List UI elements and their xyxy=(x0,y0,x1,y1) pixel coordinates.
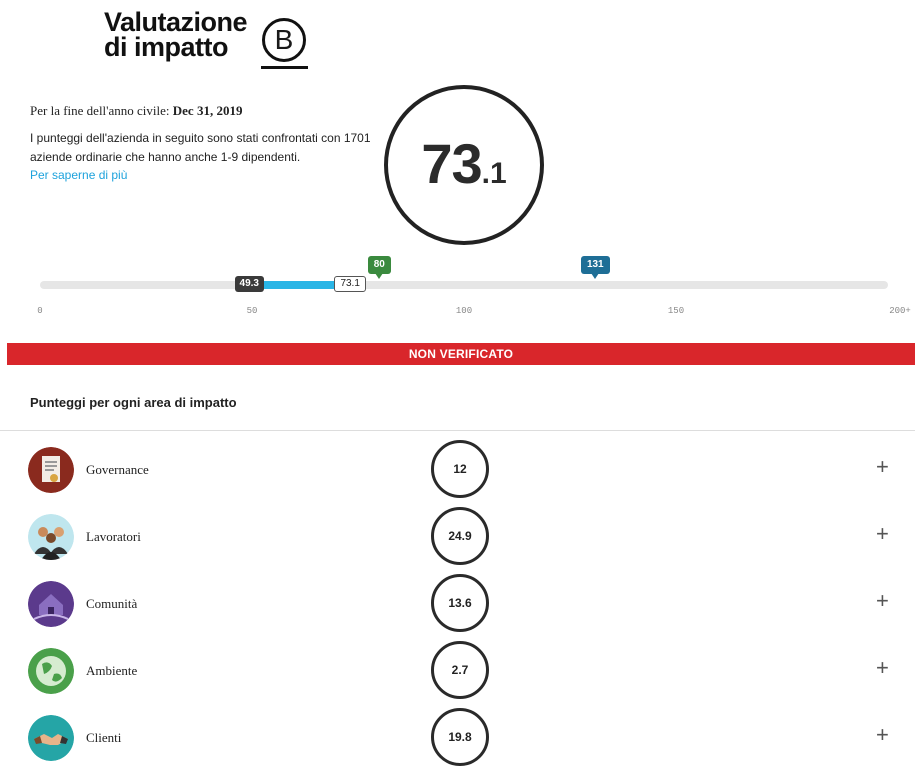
overall-score: 73.1 xyxy=(384,85,544,245)
score-scale-track xyxy=(40,281,888,289)
scale-tick: 50 xyxy=(246,306,258,316)
expand-icon[interactable]: + xyxy=(876,456,889,478)
impact-area-governance[interactable]: Governance 12 + xyxy=(0,439,915,505)
logo: Valutazione di impatto B xyxy=(104,9,324,70)
area-label: Comunità xyxy=(86,596,138,611)
scale-tick: 150 xyxy=(667,306,685,316)
impact-area-environment[interactable]: Ambiente 2.7 + xyxy=(0,640,915,706)
score-decimal: .1 xyxy=(481,157,507,190)
fiscal-year: Per la fine dell'anno civile: Dec 31, 20… xyxy=(30,103,242,119)
comparison-description: I punteggi dell'azienda in seguito sono … xyxy=(30,131,371,164)
benchmark-flag-top: 131 xyxy=(580,256,610,279)
section-title: Punteggi per ogni area di impatto xyxy=(30,395,237,410)
score-integer: 73 xyxy=(421,132,482,195)
customers-icon xyxy=(28,715,74,761)
expand-icon[interactable]: + xyxy=(876,657,889,679)
b-corp-underline xyxy=(261,66,308,69)
logo-text: Valutazione di impatto xyxy=(104,9,248,62)
impact-areas-header: Punteggi per ogni area di impatto xyxy=(0,378,915,431)
area-score: 13.6 xyxy=(431,574,489,632)
b-corp-icon: B xyxy=(262,18,306,62)
fiscal-year-label: Per la fine dell'anno civile: xyxy=(30,103,170,118)
governance-icon xyxy=(28,447,74,493)
area-label: Ambiente xyxy=(86,663,138,678)
area-label: Lavoratori xyxy=(86,529,141,544)
environment-icon xyxy=(28,648,74,694)
scale-tick: 0 xyxy=(37,306,43,316)
learn-more-link[interactable]: Per saperne di più xyxy=(30,168,127,182)
area-label: Clienti xyxy=(86,730,122,745)
logo-line-2: di impatto xyxy=(104,32,229,62)
expand-icon[interactable]: + xyxy=(876,724,889,746)
impact-area-customers[interactable]: Clienti 19.8 + xyxy=(0,707,915,773)
range-low-marker: 49.3 xyxy=(234,276,264,292)
community-icon xyxy=(28,581,74,627)
area-score: 2.7 xyxy=(431,641,489,699)
impact-area-community[interactable]: Comunità 13.6 + xyxy=(0,573,915,639)
fiscal-year-value: Dec 31, 2019 xyxy=(172,103,243,118)
scale-tick: 200+ xyxy=(889,306,911,316)
area-label: Governance xyxy=(86,462,149,477)
workers-icon xyxy=(28,514,74,560)
company-score-marker: 73.1 xyxy=(334,276,366,292)
area-score: 24.9 xyxy=(431,507,489,565)
overall-score-value: 73.1 xyxy=(388,131,540,196)
benchmark-flag-median: 80 xyxy=(367,256,391,279)
area-score: 12 xyxy=(431,440,489,498)
verification-status-banner: NON VERIFICATO xyxy=(7,343,915,365)
scale-tick: 100 xyxy=(455,306,473,316)
expand-icon[interactable]: + xyxy=(876,523,889,545)
expand-icon[interactable]: + xyxy=(876,590,889,612)
impact-area-workers[interactable]: Lavoratori 24.9 + xyxy=(0,506,915,572)
area-score: 19.8 xyxy=(431,708,489,766)
